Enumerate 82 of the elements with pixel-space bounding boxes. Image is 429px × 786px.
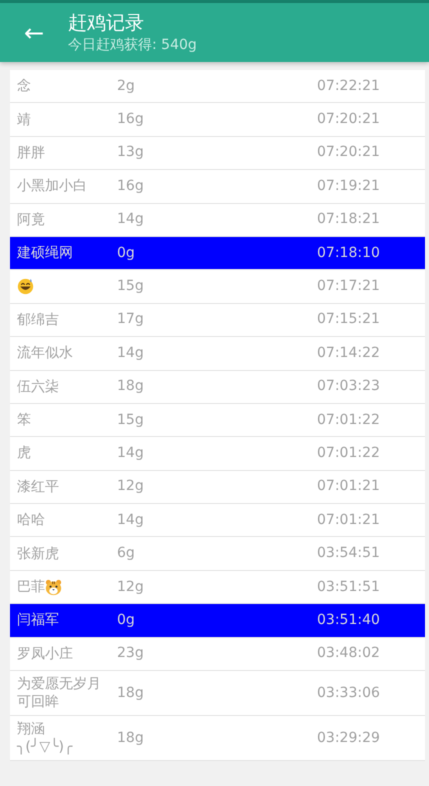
time-text: 07:18:10 (317, 244, 380, 261)
weight-text: 0g (117, 612, 135, 628)
record-row[interactable]: 靖 16g 07:20:21 (10, 103, 425, 137)
player-name: 胖胖 (17, 144, 45, 162)
record-row[interactable]: 念 2g 07:22:21 (10, 70, 425, 104)
time-text: 07:14:22 (317, 344, 380, 361)
player-name: 漆红平 (17, 478, 59, 496)
record-row[interactable]: 小黑加小白 16g 07:19:21 (10, 170, 425, 204)
time-text: 07:15:21 (317, 311, 380, 328)
record-row[interactable]: 罗凤小庄 23g 03:48:02 (10, 638, 425, 672)
weight-text: 13g (117, 144, 144, 160)
record-row[interactable]: 为爱愿无岁月可回眸 18g 03:33:06 (10, 671, 425, 716)
weight-text: 14g (117, 444, 144, 461)
time-text: 03:54:51 (317, 545, 380, 562)
weight-text: 14g (117, 344, 144, 361)
weight-text: 18g (117, 378, 144, 394)
record-row[interactable]: 15g 07:17:21 (10, 270, 425, 304)
player-name: 虎 (17, 444, 31, 462)
record-row[interactable]: 虎 14g 07:01:22 (10, 437, 425, 471)
record-row[interactable]: 郁绵吉 17g 07:15:21 (10, 304, 425, 338)
weight-text: 18g (117, 730, 144, 746)
weight-text: 14g (117, 512, 144, 528)
player-name: 念 (17, 77, 31, 96)
page-title: 赶鸡记录 (68, 10, 145, 34)
weight-text: 15g (117, 278, 144, 294)
player-name: 小黑加小白 (17, 177, 87, 196)
record-row[interactable]: 建硕绳网 0g 07:18:10 (10, 236, 425, 270)
record-row[interactable]: 闫福军 0g 03:51:40 (10, 604, 425, 638)
time-text: 07:22:21 (317, 78, 380, 94)
weight-text: 12g (117, 478, 144, 494)
time-text: 03:33:06 (317, 684, 380, 701)
time-text: 07:19:21 (317, 178, 380, 194)
time-text: 03:51:51 (317, 578, 380, 595)
weight-text: 16g (117, 111, 144, 128)
weight-text: 6g (117, 545, 135, 562)
time-text: 07:20:21 (317, 111, 380, 128)
back-button[interactable]: ← (20, 20, 48, 44)
player-name: 闫福军 (17, 611, 59, 630)
record-row[interactable]: 伍六柒 18g 07:03:23 (10, 370, 425, 404)
time-text: 07:18:21 (317, 211, 380, 228)
player-name: 翔涵 ╮(╯▽╰)╭ (17, 720, 74, 756)
record-row[interactable]: 笨 15g 07:01:22 (10, 404, 425, 438)
time-text: 03:48:02 (317, 645, 380, 662)
time-text: 07:01:21 (317, 478, 380, 494)
weight-text: 2g (117, 78, 135, 94)
player-name: 靖 (17, 110, 31, 129)
weight-text: 18g (117, 684, 144, 701)
record-row[interactable]: 胖胖 13g 07:20:21 (10, 136, 425, 170)
weight-text: 15g (117, 412, 144, 428)
tiger-face-icon (45, 578, 62, 596)
player-name: 流年似水 (17, 344, 73, 362)
time-text: 07:01:21 (317, 512, 380, 528)
time-text: 03:51:40 (317, 612, 380, 628)
weight-text: 0g (117, 244, 135, 261)
player-name: 巴菲 (17, 578, 45, 596)
player-name: 张新虎 (17, 544, 59, 563)
player-name: 伍六柒 (17, 378, 59, 396)
grinning-face-icon (17, 278, 34, 296)
time-text: 07:01:22 (317, 444, 380, 461)
page-subtitle: 今日赶鸡获得: 540g (68, 36, 197, 54)
time-text: 07:17:21 (317, 278, 380, 294)
record-row[interactable]: 张新虎 6g 03:54:51 (10, 537, 425, 571)
weight-text: 12g (117, 578, 144, 595)
player-name: 哈哈 (17, 511, 45, 530)
player-name: 笨 (17, 411, 31, 430)
time-text: 07:03:23 (317, 378, 380, 394)
weight-text: 23g (117, 645, 144, 662)
weight-text: 14g (117, 211, 144, 228)
weight-text: 17g (117, 311, 144, 328)
player-name: 阿竟 (17, 210, 45, 229)
record-row[interactable]: 哈哈 14g 07:01:21 (10, 504, 425, 538)
record-row[interactable]: 漆红平 12g 07:01:21 (10, 470, 425, 504)
player-name: 罗凤小庄 (17, 644, 73, 663)
time-text: 07:20:21 (317, 144, 380, 160)
player-name: 郁绵吉 (17, 310, 59, 329)
weight-text: 16g (117, 178, 144, 194)
player-name: 为爱愿无岁月可回眸 (17, 675, 101, 712)
record-row[interactable]: 流年似水 14g 07:14:22 (10, 337, 425, 371)
player-name: 建硕绳网 (17, 244, 73, 262)
record-row[interactable]: 翔涵 ╮(╯▽╰)╭ 18g 03:29:29 (10, 716, 425, 762)
time-text: 03:29:29 (317, 730, 380, 746)
time-text: 07:01:22 (317, 412, 380, 428)
